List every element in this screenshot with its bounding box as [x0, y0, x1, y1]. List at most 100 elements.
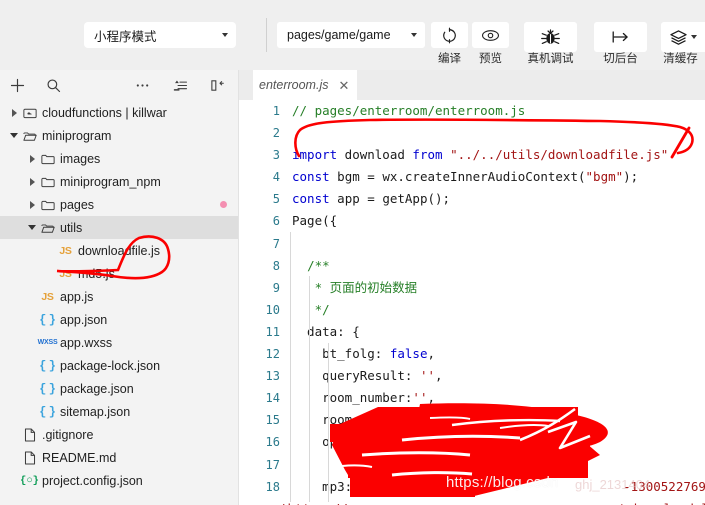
- tree-item-readme-md[interactable]: README.md: [0, 446, 238, 469]
- code-line-17-text: //下载数据包: [322, 456, 430, 472]
- tree-item-app-json[interactable]: { } app.json: [0, 308, 238, 331]
- sort-files-button[interactable]: [166, 70, 194, 101]
- tree-item-app-wxss[interactable]: WXSS app.wxss: [0, 331, 238, 354]
- preview-caption: 预览: [479, 53, 502, 65]
- tree-item-project-config-json[interactable]: {○} project.config.json: [0, 469, 238, 492]
- tree-item-label: miniprogram: [42, 128, 112, 143]
- tree-item-miniprogram[interactable]: miniprogram: [0, 124, 238, 147]
- line-number: 10: [265, 302, 280, 317]
- toolbar-divider: [266, 18, 267, 52]
- code-line-4: const bgm = wx.createInnerAudioContext("…: [292, 169, 639, 185]
- modified-dot-icon: [220, 201, 227, 208]
- line-number: 6: [272, 214, 280, 229]
- preview-button[interactable]: [472, 22, 509, 48]
- line-number: 7: [272, 236, 280, 251]
- refresh-icon: [443, 27, 456, 43]
- tree-item--gitignore[interactable]: .gitignore: [0, 423, 238, 446]
- chevron-down-icon[interactable]: [26, 216, 38, 239]
- close-icon[interactable]: ✕: [338, 79, 349, 92]
- layers-icon: [670, 29, 687, 45]
- file-explorer-sidebar: cloudfunctions | killwar miniprogram image…: [0, 70, 239, 505]
- eye-icon: [481, 29, 500, 41]
- tab-enterroom-js[interactable]: enterroom.js ✕: [253, 70, 358, 100]
- tree-item-package-json[interactable]: { } package.json: [0, 377, 238, 400]
- tree-item-label: sitemap.json: [60, 404, 131, 419]
- tree-item-cloudfunctions-killwar[interactable]: cloudfunctions | killwar: [0, 101, 238, 124]
- tree-item-utils[interactable]: utils: [0, 216, 238, 239]
- real-device-debug-button[interactable]: [524, 22, 577, 52]
- json-icon: { }: [39, 358, 56, 373]
- collapse-panel-button[interactable]: [203, 70, 231, 101]
- code-line-8: /**: [307, 257, 330, 273]
- search-files-button[interactable]: [39, 70, 67, 101]
- tree-item-app-js[interactable]: JS app.js: [0, 285, 238, 308]
- code-line-15: room_password:'',: [292, 412, 451, 428]
- wechat-devtools-window: 小程序模式 pages/game/game 编译 预览 真机调试 切后台 清缓存…: [0, 0, 705, 505]
- code-line-16: openid: '',: [292, 434, 405, 450]
- tree-item-downloadfile-js[interactable]: JS downloadfile.js: [0, 239, 238, 262]
- page-path-select[interactable]: pages/game/game: [277, 22, 425, 48]
- chevron-right-icon[interactable]: [26, 170, 38, 193]
- compile-button[interactable]: [431, 22, 468, 48]
- indent-guide: [309, 276, 310, 502]
- code-line-6: Page({: [292, 213, 338, 229]
- file-tree: cloudfunctions | killwar miniprogram image…: [0, 101, 238, 505]
- tree-item-label: utils: [60, 220, 83, 235]
- watermark-secondary: ghj_2131404: [575, 477, 651, 492]
- chevron-right-icon[interactable]: [26, 193, 38, 216]
- code-line-5: const app = getApp();: [292, 191, 451, 207]
- background-switch-button[interactable]: [594, 22, 647, 52]
- code-lines: // pages/enterroom/enterroom.js import d…: [280, 100, 705, 505]
- code-line-1: // pages/enterroom/enterroom.js: [292, 100, 705, 122]
- simulator-mode-label: 小程序模式: [94, 29, 157, 44]
- tree-item-md5-js[interactable]: JS md5.js: [0, 262, 238, 285]
- folder-open-icon: [20, 124, 39, 147]
- chevron-down-icon: [691, 35, 697, 39]
- line-number: 17: [265, 457, 280, 472]
- sidebar-toolbar: [0, 70, 238, 102]
- clear-cache-button[interactable]: [661, 22, 705, 52]
- background-switch-icon: [612, 31, 628, 43]
- line-number: 8: [272, 258, 280, 273]
- simulator-mode-select[interactable]: 小程序模式: [84, 22, 236, 48]
- chevron-down-icon[interactable]: [8, 124, 20, 147]
- add-file-button[interactable]: [3, 70, 31, 101]
- json-icon: { }: [39, 404, 56, 419]
- top-toolbar: 小程序模式 pages/game/game 编译 预览 真机调试 切后台 清缓存: [0, 0, 705, 70]
- tree-item-label: app.json: [60, 312, 108, 327]
- code-line-10: */: [314, 301, 330, 317]
- real-device-debug-caption: 真机调试: [527, 53, 574, 65]
- tree-item-label: images: [60, 151, 101, 166]
- editor-tabbar: enterroom.js ✕: [239, 70, 705, 101]
- url-line-1: 'https:// .tcb.qcloud.la: [280, 498, 705, 505]
- code-line-1-text: // pages/enterroom/enterroom.js: [292, 103, 526, 118]
- tree-item-miniprogram-npm[interactable]: miniprogram_npm: [0, 170, 238, 193]
- code-area[interactable]: 1 2 3 4 5 6 7 8 9 10 11 12 13 14 15 16 17 18 // pages/ent…: [239, 100, 705, 505]
- tree-item-label: miniprogram_npm: [60, 174, 161, 189]
- tree-item-images[interactable]: images: [0, 147, 238, 170]
- folder-icon: [38, 193, 57, 216]
- code-line-3: import download from "../../utils/downlo…: [292, 147, 669, 163]
- line-number: 12: [265, 347, 280, 362]
- line-number: 14: [265, 391, 280, 406]
- line-number: 3: [272, 148, 280, 163]
- chevron-right-icon[interactable]: [8, 101, 20, 124]
- more-options-button[interactable]: [128, 70, 156, 101]
- code-line-11: data: {: [292, 323, 360, 339]
- line-number: 2: [272, 126, 280, 141]
- watermark-text: https://blog.csdn: [446, 474, 559, 491]
- tree-item-sitemap-json[interactable]: { } sitemap.json: [0, 400, 238, 423]
- code-line-17: //下载数据包: [292, 454, 705, 476]
- chevron-right-icon[interactable]: [26, 147, 38, 170]
- tree-item-pages[interactable]: pages: [0, 193, 238, 216]
- tree-item-package-lock-json[interactable]: { } package-lock.json: [0, 354, 238, 377]
- tree-item-label: .gitignore: [42, 427, 94, 442]
